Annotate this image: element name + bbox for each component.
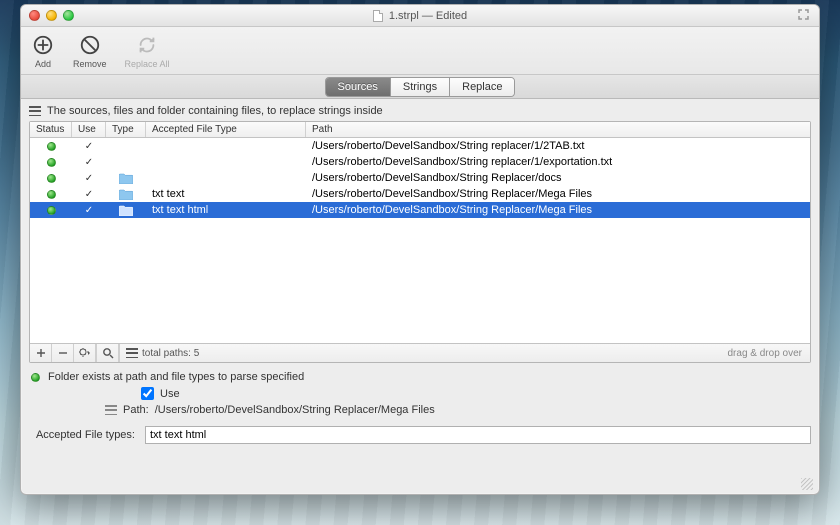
col-header-path[interactable]: Path (306, 122, 810, 137)
replace-all-button[interactable]: Replace All (125, 33, 170, 69)
cell-accepted: txt text (146, 188, 306, 200)
table-row[interactable]: ✓ /Users/roberto/DevelSandbox/String Repl… (30, 170, 810, 186)
description-text: The sources, files and folder containing… (47, 105, 383, 117)
window-title: 1.strpl — Edited (21, 10, 819, 22)
status-indicator-icon (31, 373, 40, 382)
list-icon (126, 348, 138, 358)
add-row-button[interactable] (30, 344, 52, 362)
detail-accepted-row: Accepted File types: (29, 424, 811, 446)
table-row[interactable]: ✓ txt text html/Users/roberto/DevelSandbo… (30, 202, 810, 218)
fullscreen-button[interactable] (796, 9, 811, 23)
checkmark-icon: ✓ (85, 189, 93, 200)
total-paths-text: total paths: 5 (142, 348, 199, 359)
status-indicator-icon (47, 174, 56, 183)
status-indicator-icon (47, 142, 56, 151)
document-icon (373, 10, 383, 22)
tab-strings[interactable]: Strings (391, 78, 450, 96)
tabs-row: Sources Strings Replace (21, 75, 819, 99)
remove-label: Remove (73, 59, 107, 69)
remove-row-button[interactable] (52, 344, 74, 362)
prohibit-icon (78, 33, 102, 57)
replace-all-label: Replace All (125, 59, 170, 69)
table-footer: total paths: 5 drag & drop over (30, 343, 810, 362)
table-row[interactable]: ✓ txt text/Users/roberto/DevelSandbox/Str… (30, 186, 810, 202)
quicklook-button[interactable] (97, 344, 119, 362)
detail-path-row: Path: /Users/roberto/DevelSandbox/String… (29, 402, 811, 418)
remove-button[interactable]: Remove (73, 33, 107, 69)
col-header-use[interactable]: Use (72, 122, 106, 137)
accepted-file-types-input[interactable] (145, 426, 811, 444)
checkmark-icon: ✓ (85, 141, 93, 152)
detail-block: Folder exists at path and file types to … (29, 369, 811, 446)
minimize-window-button[interactable] (46, 10, 57, 21)
tab-segmented-control: Sources Strings Replace (325, 77, 516, 97)
window-controls (29, 10, 74, 21)
resize-grip-icon[interactable] (801, 478, 813, 490)
refresh-icon (135, 33, 159, 57)
cell-path: /Users/roberto/DevelSandbox/String Repla… (306, 204, 810, 216)
col-header-accepted[interactable]: Accepted File Type (146, 122, 306, 137)
folder-icon (119, 189, 133, 200)
cell-accepted: txt text html (146, 204, 306, 216)
checkmark-icon: ✓ (85, 173, 93, 184)
detail-status-row: Folder exists at path and file types to … (29, 369, 811, 385)
list-icon (105, 405, 117, 415)
folder-icon (119, 173, 133, 184)
cell-path: /Users/roberto/DevelSandbox/String repla… (306, 140, 810, 152)
checkmark-icon: ✓ (85, 157, 93, 168)
cell-path: /Users/roberto/DevelSandbox/String Repla… (306, 188, 810, 200)
add-label: Add (35, 59, 51, 69)
checkmark-icon: ✓ (85, 205, 93, 216)
path-label: Path: (123, 404, 149, 416)
footer-count: total paths: 5 (120, 348, 205, 359)
sources-table: Status Use Type Accepted File Type Path … (29, 121, 811, 363)
action-menu-button[interactable] (74, 344, 96, 362)
app-window: 1.strpl — Edited Add Remove Replace All (20, 4, 820, 495)
use-checkbox[interactable] (141, 387, 154, 400)
table-body: ✓ /Users/roberto/DevelSandbox/String repl… (30, 138, 810, 343)
zoom-window-button[interactable] (63, 10, 74, 21)
status-indicator-icon (47, 206, 56, 215)
list-icon (29, 106, 41, 116)
close-window-button[interactable] (29, 10, 40, 21)
use-label: Use (160, 388, 180, 400)
detail-status-text: Folder exists at path and file types to … (48, 371, 304, 383)
toolbar: Add Remove Replace All (21, 27, 819, 75)
col-header-type[interactable]: Type (106, 122, 146, 137)
description-row: The sources, files and folder containing… (29, 103, 811, 121)
content-area: The sources, files and folder containing… (21, 99, 819, 494)
tab-replace[interactable]: Replace (450, 78, 514, 96)
table-row[interactable]: ✓ /Users/roberto/DevelSandbox/String repl… (30, 154, 810, 170)
add-button[interactable]: Add (31, 33, 55, 69)
detail-use-row: Use (29, 385, 811, 402)
path-value: /Users/roberto/DevelSandbox/String Repla… (155, 404, 435, 416)
folder-icon (119, 205, 133, 216)
status-indicator-icon (47, 190, 56, 199)
col-header-status[interactable]: Status (30, 122, 72, 137)
cell-path: /Users/roberto/DevelSandbox/String Repla… (306, 172, 810, 184)
table-header: Status Use Type Accepted File Type Path (30, 122, 810, 138)
cell-path: /Users/roberto/DevelSandbox/String repla… (306, 156, 810, 168)
tab-sources[interactable]: Sources (326, 78, 391, 96)
titlebar: 1.strpl — Edited (21, 5, 819, 27)
table-row[interactable]: ✓ /Users/roberto/DevelSandbox/String repl… (30, 138, 810, 154)
status-indicator-icon (47, 158, 56, 167)
accepted-label: Accepted File types: (29, 429, 139, 441)
plus-circle-icon (31, 33, 55, 57)
drag-hint: drag & drop over (728, 348, 811, 359)
window-title-text: 1.strpl — Edited (389, 10, 467, 22)
